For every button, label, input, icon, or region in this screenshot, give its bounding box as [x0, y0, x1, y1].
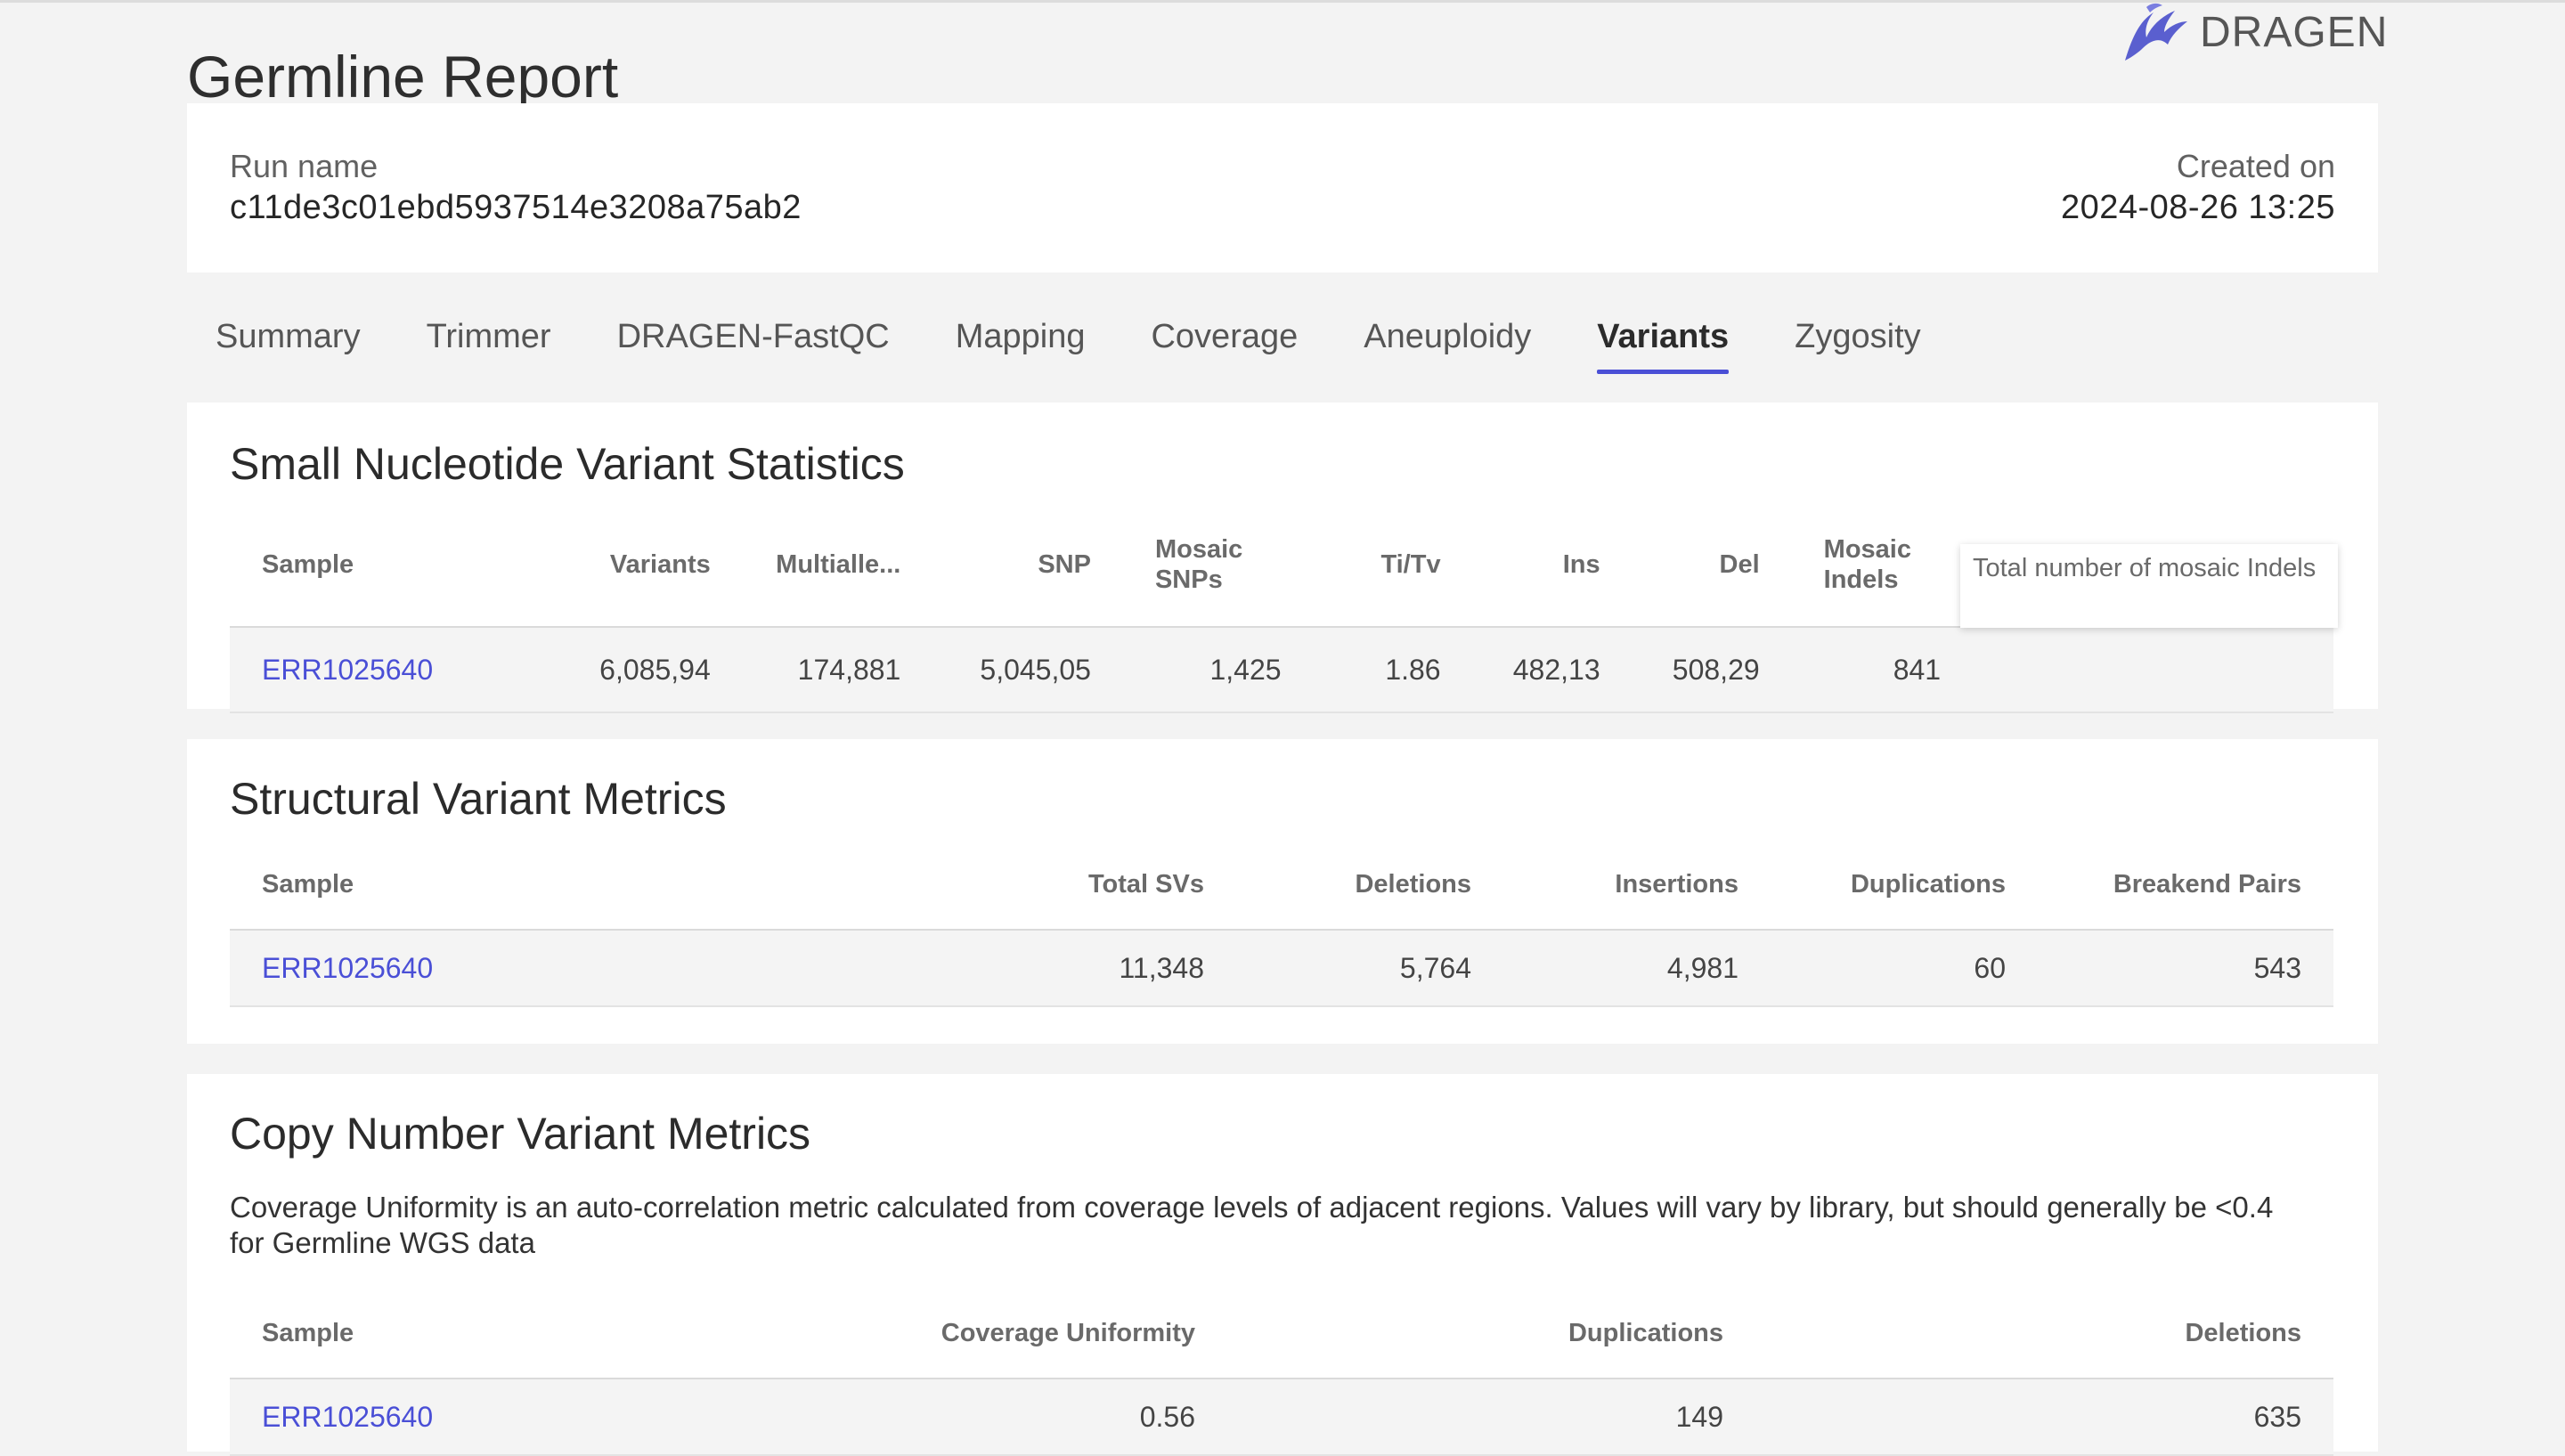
table-row: ERR1025640 11,348 5,764 4,981 60 543 — [230, 930, 2333, 1006]
column-header-variants[interactable]: Variants — [556, 502, 743, 627]
table-cell — [2150, 627, 2333, 712]
tab-variants[interactable]: Variants — [1597, 315, 1729, 374]
column-header-breakend-pairs[interactable]: Breakend Pairs — [2038, 839, 2333, 930]
sample-link[interactable]: ERR1025640 — [262, 952, 433, 984]
cnv-header-row: Sample Coverage Uniformity Duplications … — [230, 1288, 2333, 1379]
table-cell: 174,881 — [797, 653, 901, 686]
table-cell — [1973, 627, 2150, 712]
column-header-snp[interactable]: SNP — [932, 502, 1123, 627]
page-title: Germline Report — [187, 44, 619, 110]
table-cell: 1.86 — [1385, 653, 1441, 686]
created-on-label: Created on — [2176, 148, 2335, 184]
table-cell: 4,981 — [1666, 951, 1738, 984]
table-cell: 508,29 — [1672, 653, 1760, 686]
table-cell: 543 — [2253, 951, 2301, 984]
sample-link[interactable]: ERR1025640 — [262, 654, 433, 686]
dragon-icon — [2125, 3, 2187, 61]
tab-trimmer[interactable]: Trimmer — [427, 315, 551, 374]
sv-header-row: Sample Total SVs Deletions Insertions Du… — [230, 839, 2333, 930]
table-cell: 482,13 — [1512, 653, 1600, 686]
column-header-deletions[interactable]: Deletions — [1755, 1288, 2333, 1379]
column-header-sample[interactable]: Sample — [230, 502, 556, 627]
table-cell: 5,045,05 — [980, 653, 1091, 686]
table-cell: 149 — [1675, 1400, 1723, 1433]
run-info-card: Run name c11de3c01ebd5937514e3208a75ab2 … — [187, 103, 2378, 272]
dragen-logo: DRAGEN — [2120, 0, 2388, 64]
tab-mapping[interactable]: Mapping — [956, 315, 1086, 374]
table-row: ERR1025640 0.56 149 635 — [230, 1379, 2333, 1455]
sv-table: Sample Total SVs Deletions Insertions Du… — [230, 839, 2333, 1007]
sv-section-title: Structural Variant Metrics — [230, 774, 727, 824]
column-header-sample[interactable]: Sample — [230, 1288, 657, 1379]
column-tooltip: Total number of mosaic Indels — [1960, 544, 2338, 628]
sample-link[interactable]: ERR1025640 — [262, 1401, 433, 1433]
logo-text: DRAGEN — [2200, 8, 2389, 56]
column-header-total-svs[interactable]: Total SVs — [969, 839, 1236, 930]
column-header-deletions[interactable]: Deletions — [1236, 839, 1503, 930]
cnv-card: Copy Number Variant Metrics Coverage Uni… — [187, 1074, 2378, 1455]
column-header-ti-tv[interactable]: Ti/Tv — [1314, 502, 1473, 627]
column-header-multiallelic[interactable]: Multialle... — [743, 502, 933, 627]
column-header-del[interactable]: Del — [1633, 502, 1792, 627]
tab-coverage[interactable]: Coverage — [1151, 315, 1298, 374]
tab-aneuploidy[interactable]: Aneuploidy — [1364, 315, 1531, 374]
report-tabs: Summary Trimmer DRAGEN-FastQC Mapping Co… — [216, 315, 1987, 374]
table-cell: 11,348 — [1119, 951, 1205, 984]
run-name-value: c11de3c01ebd5937514e3208a75ab2 — [230, 189, 802, 226]
table-cell: 635 — [2253, 1400, 2301, 1433]
table-cell: 841 — [1893, 653, 1942, 686]
column-header-duplications[interactable]: Duplications — [1227, 1288, 1755, 1379]
cnv-table: Sample Coverage Uniformity Duplications … — [230, 1288, 2333, 1456]
sv-card: Structural Variant Metrics Sample Total … — [187, 739, 2378, 1044]
table-cell: 5,764 — [1399, 951, 1471, 984]
column-header-coverage-uniformity[interactable]: Coverage Uniformity — [657, 1288, 1227, 1379]
tab-dragen-fastqc[interactable]: DRAGEN-FastQC — [617, 315, 890, 374]
snv-section-title: Small Nucleotide Variant Statistics — [230, 439, 905, 489]
column-header-insertions[interactable]: Insertions — [1503, 839, 1771, 930]
table-cell: 6,085,94 — [599, 653, 711, 686]
column-header-duplications[interactable]: Duplications — [1771, 839, 2038, 930]
tab-summary[interactable]: Summary — [216, 315, 361, 374]
table-cell: 60 — [1974, 951, 2006, 984]
column-header-mosaic-indels[interactable]: Mosaic Indels — [1792, 502, 1973, 627]
cnv-section-title: Copy Number Variant Metrics — [230, 1109, 811, 1159]
run-name-label: Run name — [230, 148, 379, 184]
column-header-ins[interactable]: Ins — [1473, 502, 1633, 627]
created-on-value: 2024-08-26 13:25 — [2060, 189, 2335, 226]
tab-zygosity[interactable]: Zygosity — [1795, 315, 1920, 374]
table-cell: 1,425 — [1209, 653, 1282, 686]
column-header-sample[interactable]: Sample — [230, 839, 969, 930]
table-cell: 0.56 — [1139, 1400, 1195, 1433]
table-row: ERR1025640 6,085,94 174,881 5,045,05 1,4… — [230, 627, 2333, 712]
column-header-mosaic-snps[interactable]: Mosaic SNPs — [1123, 502, 1314, 627]
cnv-description: Coverage Uniformity is an auto-correlati… — [230, 1191, 2274, 1259]
